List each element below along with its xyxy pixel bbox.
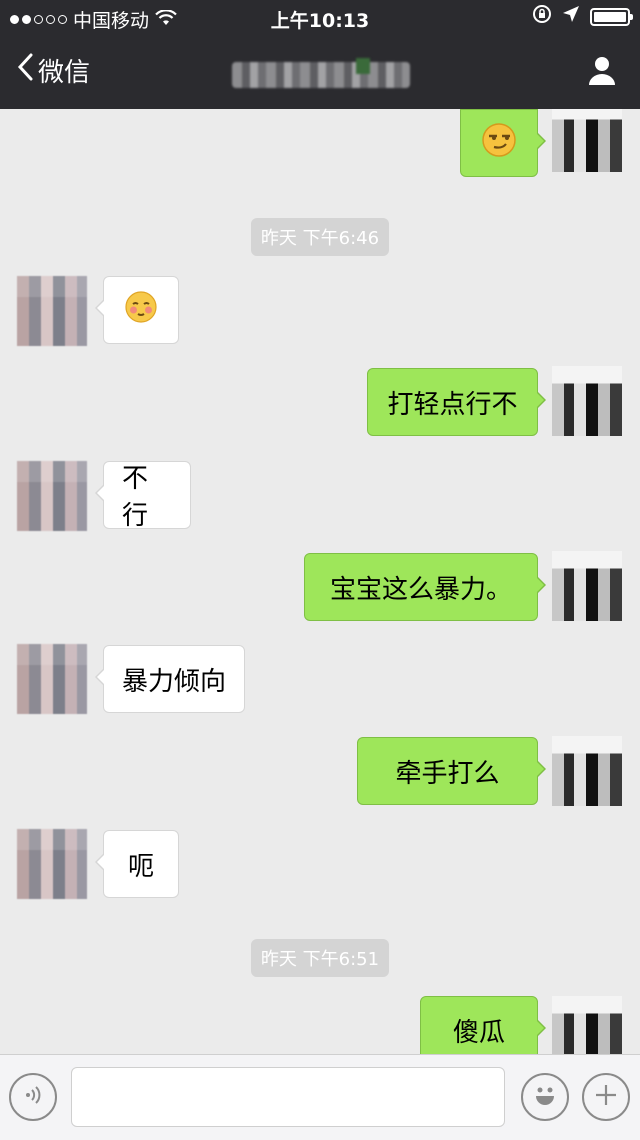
message-bubble-outgoing[interactable]: 傻瓜 (420, 996, 546, 1054)
more-functions-button[interactable] (582, 1073, 630, 1121)
voice-input-button[interactable] (9, 1073, 57, 1121)
my-avatar[interactable] (552, 551, 622, 621)
smirk-emoji-icon (481, 122, 517, 165)
message-bubble-incoming[interactable] (95, 276, 179, 344)
message-text: 不行 (122, 464, 149, 531)
timestamp-divider: 昨天 下午6:51 (0, 939, 640, 977)
message-bubble-outgoing[interactable]: 打轻点行不 (367, 368, 546, 436)
rotation-lock-icon (532, 4, 552, 29)
contact-name-blurred (232, 58, 410, 88)
message-bubble-incoming[interactable]: 呃 (95, 830, 179, 898)
message-bubble-outgoing[interactable]: 宝宝这么暴力。 (304, 553, 546, 621)
contact-profile-button[interactable] (586, 54, 618, 90)
navigation-bar: 微信 (0, 38, 640, 108)
person-icon (586, 57, 618, 90)
smiley-face-icon (529, 1079, 561, 1115)
battery-icon (590, 7, 633, 26)
message-bubble-incoming[interactable]: 不行 (95, 461, 191, 531)
my-avatar[interactable] (552, 109, 622, 172)
back-label: 微信 (38, 58, 91, 88)
message-text: 牵手打么 (395, 758, 500, 789)
emoji-button[interactable] (521, 1073, 569, 1121)
voice-wave-icon (20, 1082, 46, 1112)
chevron-left-icon (16, 52, 34, 89)
my-avatar[interactable] (552, 996, 622, 1054)
my-avatar[interactable] (552, 366, 622, 436)
contact-avatar[interactable] (17, 829, 87, 899)
status-bar: 中国移动 上午10:13 (0, 0, 640, 36)
my-avatar[interactable] (552, 736, 622, 806)
plus-icon (592, 1081, 620, 1113)
location-arrow-icon (562, 5, 580, 28)
back-button[interactable]: 微信 (16, 52, 90, 89)
message-text: 呃 (127, 851, 154, 882)
message-bubble-incoming[interactable]: 暴力倾向 (95, 645, 245, 713)
message-input[interactable] (71, 1067, 505, 1127)
message-text: 打轻点行不 (387, 389, 518, 420)
contact-avatar[interactable] (17, 644, 87, 714)
message-bubble-outgoing[interactable] (460, 109, 546, 177)
contact-avatar[interactable] (17, 276, 87, 346)
contact-avatar[interactable] (17, 461, 87, 531)
input-toolbar (0, 1054, 640, 1140)
chat-area[interactable]: 昨天 下午6:46 打轻点行不 不行 宝宝这么暴力。 暴力倾向 牵手打么 呃 昨… (0, 109, 640, 1054)
message-text: 傻瓜 (452, 1017, 505, 1048)
top-bar: 中国移动 上午10:13 微信 (0, 0, 640, 109)
timestamp-divider: 昨天 下午6:46 (0, 218, 640, 256)
blushing-emoji-icon (124, 290, 158, 331)
message-text: 暴力倾向 (122, 666, 227, 697)
message-text: 宝宝这么暴力。 (329, 574, 512, 605)
message-bubble-outgoing[interactable]: 牵手打么 (357, 737, 546, 805)
